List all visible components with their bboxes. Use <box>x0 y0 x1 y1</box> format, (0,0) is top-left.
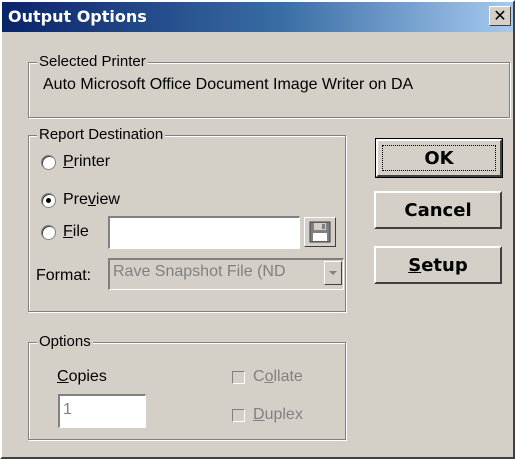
copies-label: Copies <box>57 368 107 385</box>
selected-printer-group: Selected Printer Auto Microsoft Office D… <box>28 53 510 118</box>
close-icon: ✕ <box>493 6 507 25</box>
radio-printer[interactable]: Printer <box>41 153 110 171</box>
ok-button-label: OK <box>424 147 454 169</box>
radio-preview[interactable]: Preview <box>41 191 120 209</box>
format-dropdown-value: Rave Snapshot File (ND <box>113 263 286 280</box>
copies-value: 1 <box>63 401 72 418</box>
collate-checkbox[interactable]: Collate <box>232 368 303 386</box>
close-button[interactable]: ✕ <box>489 6 511 26</box>
setup-button[interactable]: Setup <box>374 246 502 284</box>
format-label: Format: <box>36 267 92 284</box>
duplex-checkbox[interactable]: Duplex <box>232 406 303 424</box>
duplex-label: Duplex <box>253 406 303 423</box>
setup-button-label: Setup <box>408 254 468 276</box>
ok-button[interactable]: OK <box>375 138 503 178</box>
collate-checkbox-indicator <box>232 370 245 384</box>
report-destination-legend: Report Destination <box>37 126 166 143</box>
copies-input[interactable]: 1 <box>58 394 146 428</box>
format-dropdown[interactable]: Rave Snapshot File (ND <box>108 258 344 290</box>
file-path-input[interactable] <box>108 216 300 249</box>
output-options-dialog: Output Options ✕ Selected Printer Auto M… <box>0 0 515 459</box>
radio-file-indicator <box>41 224 56 240</box>
radio-file-label: File <box>63 223 89 240</box>
radio-preview-label: Preview <box>63 191 120 208</box>
browse-file-button[interactable] <box>304 217 336 247</box>
radio-file[interactable]: File <box>41 223 89 241</box>
window-title: Output Options <box>8 7 147 26</box>
selected-printer-legend: Selected Printer <box>37 53 148 70</box>
cancel-button-label: Cancel <box>404 199 472 221</box>
cancel-button[interactable]: Cancel <box>374 191 502 229</box>
chevron-down-icon[interactable] <box>324 261 342 285</box>
radio-printer-indicator <box>41 154 56 170</box>
title-bar[interactable]: Output Options ✕ <box>2 2 513 32</box>
radio-printer-label: Printer <box>63 153 111 170</box>
collate-label: Collate <box>253 368 303 385</box>
options-legend: Options <box>37 333 93 350</box>
duplex-checkbox-indicator <box>232 408 245 422</box>
selected-printer-name: Auto Microsoft Office Document Image Wri… <box>43 76 414 93</box>
floppy-disk-icon <box>309 221 331 243</box>
radio-preview-indicator <box>41 192 56 208</box>
